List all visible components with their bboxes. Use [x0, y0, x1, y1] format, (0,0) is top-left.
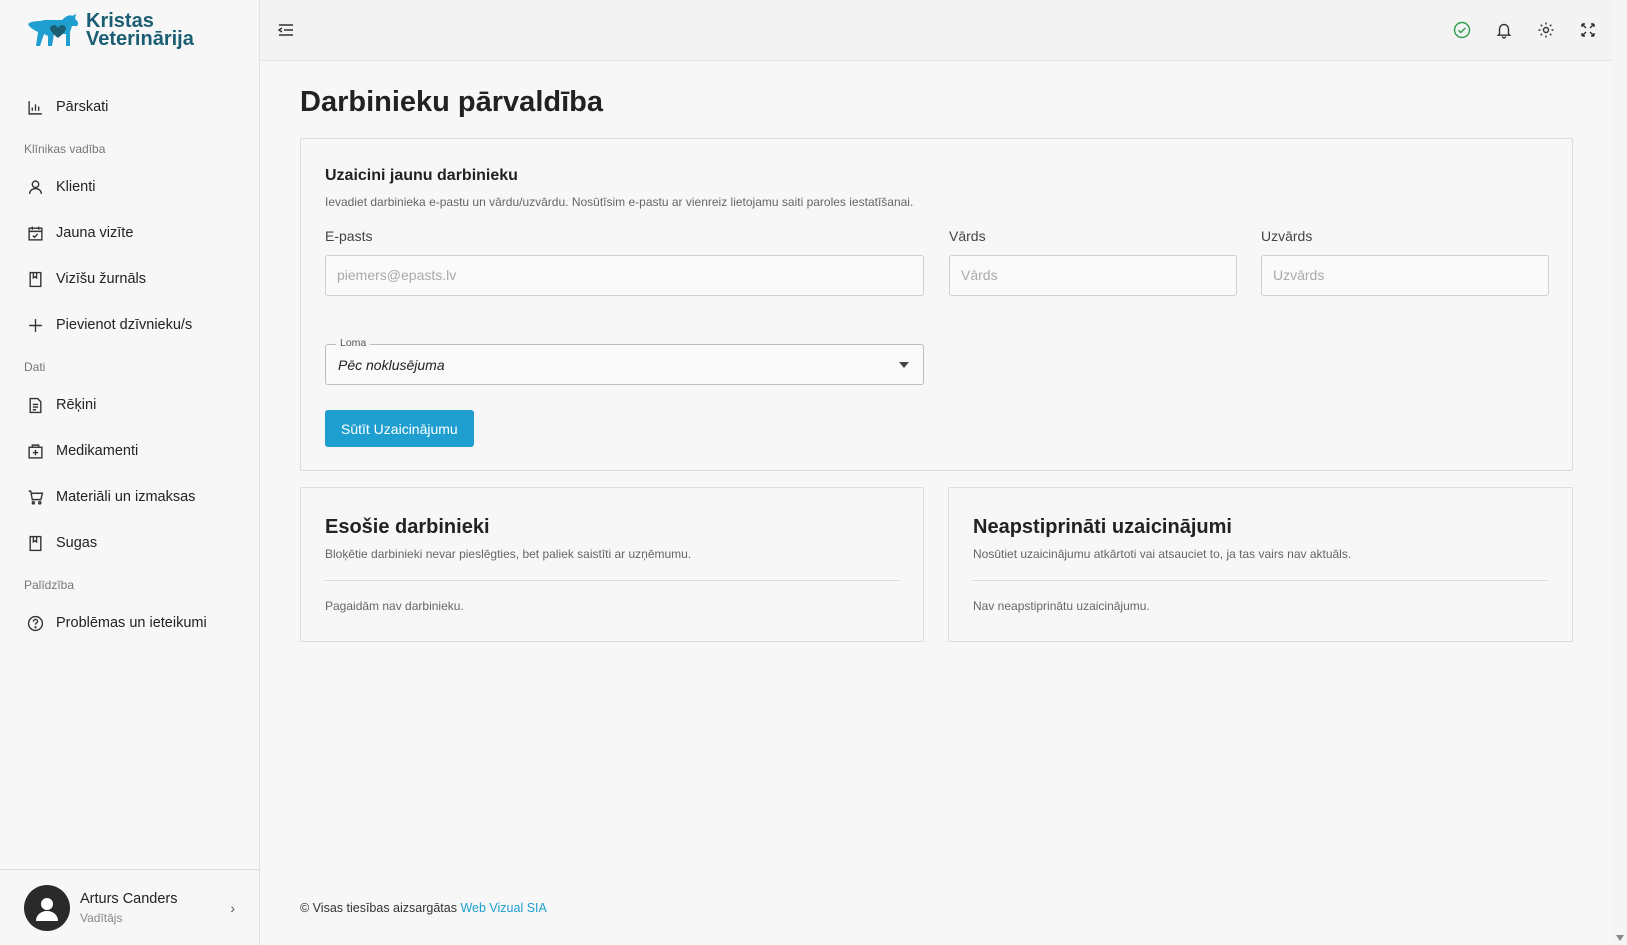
plus-icon [29, 318, 42, 332]
invite-title: Uzaicini jaunu darbinieku [325, 167, 518, 184]
first-name-field[interactable]: Vārds [949, 255, 1237, 296]
email-label: E-pasts [325, 228, 373, 244]
scroll-down-icon[interactable] [1616, 935, 1624, 941]
animals-logo-icon [28, 14, 79, 46]
cart-icon [28, 489, 44, 505]
pending-description: Nosūtiet uzaicinājumu atkārtoti vai atsa… [973, 547, 1352, 561]
invoice-icon [29, 397, 42, 413]
sidebar: Kristas Veterinārija Pārskati Klīnikas v… [0, 0, 260, 945]
invite-description: Ievadiet darbinieka e-pastu un vārdu/uzv… [325, 195, 914, 209]
section-heading-clinic: Klīnikas vadība [24, 142, 106, 156]
pending-empty-message: Nav neapstiprinātu uzaicinājumu. [973, 599, 1150, 613]
chevron-right-icon: › [230, 900, 235, 916]
bell-icon[interactable] [1492, 18, 1516, 42]
brand-line-2: Veterinārija [86, 28, 194, 50]
sidebar-item-sugas[interactable]: Sugas [0, 520, 259, 566]
copyright-text: © Visas tiesības aizsargātas [300, 901, 457, 915]
last-name-label: Uzvārds [1261, 228, 1313, 244]
sidebar-item-label: Vizīšu žurnāls [56, 271, 146, 287]
book-icon [29, 271, 42, 287]
user-avatar-icon [36, 897, 58, 921]
medicine-icon [28, 443, 43, 459]
sidebar-item-label: Pievienot dzīvnieku/s [56, 317, 193, 333]
employees-card: Esošie darbinieki Bloķētie darbinieki ne… [300, 487, 924, 642]
sidebar-item-label: Jauna vizīte [56, 225, 134, 241]
help-icon [27, 615, 44, 631]
fullscreen-icon[interactable] [1576, 18, 1600, 42]
email-field[interactable]: piemers@epasts.lv [325, 255, 924, 296]
sidebar-item-parskati[interactable]: Pārskati [0, 84, 259, 130]
sidebar-item-rekini[interactable]: Rēķini [0, 382, 259, 428]
role-label: Loma [336, 337, 371, 349]
sidebar-item-jauna-vizite[interactable]: Jauna vizīte [0, 210, 259, 256]
calendar-icon [28, 226, 43, 241]
sidebar-item-label: Materiāli un izmaksas [56, 489, 196, 505]
role-select[interactable]: Loma Pēc noklusējuma [325, 337, 924, 385]
main-content: Darbinieku pārvaldība Uzaicini jaunu dar… [300, 61, 1573, 642]
sidebar-item-materiali[interactable]: Materiāli un izmaksas [0, 474, 259, 520]
scrollbar[interactable] [1612, 0, 1627, 945]
dropdown-arrow-icon [899, 362, 909, 368]
topbar [260, 0, 1612, 61]
pending-invites-card: Neapstiprināti uzaicinājumi Nosūtiet uza… [948, 487, 1573, 642]
sidebar-item-pievienot-dzivnieku[interactable]: Pievienot dzīvnieku/s [0, 302, 259, 348]
user-icon [28, 179, 43, 194]
sidebar-item-klienti[interactable]: Klienti [0, 164, 259, 210]
profile-name: Arturs Canders [80, 890, 178, 907]
sidebar-item-label: Problēmas un ieteikumi [56, 615, 207, 631]
sidebar-nav: Pārskati Klīnikas vadība Klienti Jauna v… [0, 84, 259, 646]
bar-chart-icon [28, 100, 42, 115]
invite-card: Uzaicini jaunu darbinieku Ievadiet darbi… [300, 138, 1573, 471]
menu-collapse-icon[interactable] [276, 20, 296, 40]
sidebar-item-label: Sugas [56, 535, 98, 551]
page-title: Darbinieku pārvaldība [300, 86, 603, 118]
footer: © Visas tiesības aizsargātas Web Vizual … [300, 901, 547, 915]
divider [325, 580, 899, 581]
brand-logo[interactable]: Kristas Veterinārija [26, 10, 194, 50]
sidebar-item-label: Medikamenti [56, 443, 139, 459]
employees-empty-message: Pagaidām nav darbinieku. [325, 599, 464, 613]
employees-description: Bloķētie darbinieki nevar pieslēgties, b… [325, 547, 692, 561]
user-profile[interactable]: Arturs Canders Vadītājs › [0, 869, 259, 945]
book-icon [29, 535, 42, 551]
footer-company-link[interactable]: Web Vizual SIA [460, 901, 546, 915]
role-value: Pēc noklusējuma [338, 357, 445, 373]
sidebar-item-label: Klienti [56, 179, 96, 195]
avatar [24, 884, 70, 931]
sidebar-item-problemas[interactable]: Problēmas un ieteikumi [0, 600, 259, 646]
sidebar-item-label: Pārskati [56, 99, 109, 115]
pending-title: Neapstiprināti uzaicinājumi [973, 516, 1232, 538]
first-name-label: Vārds [949, 228, 986, 244]
last-name-field[interactable]: Uzvārds [1261, 255, 1549, 296]
sidebar-item-medikamenti[interactable]: Medikamenti [0, 428, 259, 474]
employees-title: Esošie darbinieki [325, 516, 490, 538]
status-ok-icon[interactable] [1450, 18, 1474, 42]
profile-role: Vadītājs [80, 910, 123, 925]
sidebar-item-label: Rēķini [56, 397, 97, 413]
section-heading-help: Palīdzība [24, 578, 75, 592]
sidebar-item-vizisu-zurnals[interactable]: Vizīšu žurnāls [0, 256, 259, 302]
gear-icon[interactable] [1534, 18, 1558, 42]
send-invite-button[interactable]: Sūtīt Uzaicinājumu [325, 410, 474, 447]
divider [973, 580, 1548, 581]
section-heading-data: Dati [24, 360, 46, 374]
